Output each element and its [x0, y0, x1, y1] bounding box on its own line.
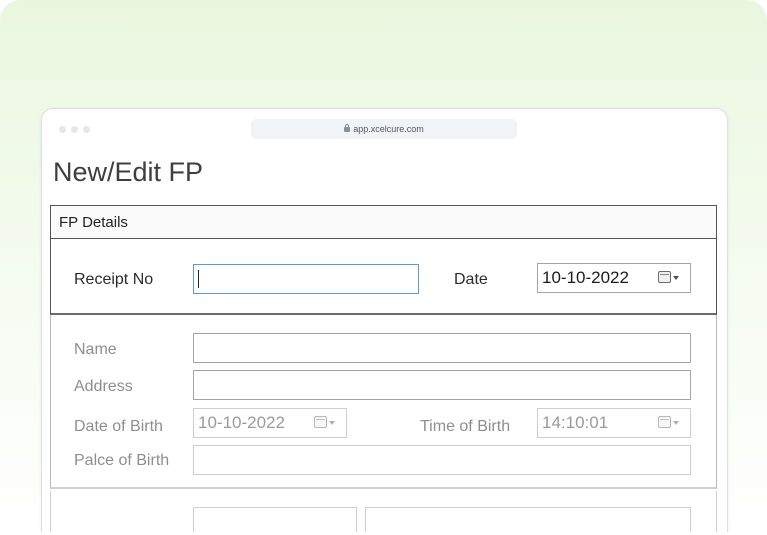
chevron-down-icon[interactable] — [673, 276, 679, 280]
section-header: FP Details — [50, 205, 717, 239]
dob-value: 10-10-2022 — [198, 413, 285, 432]
personal-details-panel: Name Address Date of Birth 10-10-2022 Ti… — [50, 315, 717, 489]
window-dot-minimize[interactable] — [71, 126, 78, 133]
receipt-no-label: Receipt No — [74, 271, 154, 288]
tob-picker[interactable]: 14:10:01 — [537, 408, 691, 438]
address-label: Address — [74, 378, 133, 395]
section-header-label: FP Details — [59, 214, 128, 231]
dob-picker[interactable]: 10-10-2022 — [193, 408, 347, 438]
name-label: Name — [74, 341, 117, 358]
pob-label: Palce of Birth — [74, 452, 170, 469]
window-dot-maximize[interactable] — [83, 126, 90, 133]
chevron-down-icon[interactable] — [329, 421, 335, 425]
dob-label: Date of Birth — [74, 418, 163, 435]
next-panel — [50, 491, 717, 532]
date-value: 10-10-2022 — [542, 268, 629, 287]
calendar-icon[interactable] — [658, 271, 671, 283]
date-picker[interactable]: 10-10-2022 — [537, 263, 691, 293]
text-caret — [198, 270, 199, 288]
calendar-icon[interactable] — [314, 416, 327, 428]
clock-icon[interactable] — [658, 416, 671, 428]
date-label: Date — [454, 271, 488, 288]
name-input[interactable] — [193, 333, 691, 363]
page-title: New/Edit FP — [53, 157, 204, 187]
window-dot-close[interactable] — [59, 126, 66, 133]
next-input-left[interactable] — [193, 507, 357, 532]
pob-input[interactable] — [193, 445, 691, 475]
address-input[interactable] — [193, 370, 691, 400]
receipt-panel: Receipt No Date 10-10-2022 — [50, 238, 717, 315]
lock-icon — [344, 124, 351, 132]
receipt-no-input[interactable] — [193, 264, 419, 294]
browser-window: app.xcelcure.com New/Edit FP FP Details … — [41, 108, 728, 532]
url-text: app.xcelcure.com — [353, 124, 424, 134]
next-input-right[interactable] — [365, 507, 691, 532]
page-background: app.xcelcure.com New/Edit FP FP Details … — [0, 0, 767, 532]
tob-label: Time of Birth — [420, 418, 511, 435]
tob-value: 14:10:01 — [542, 413, 609, 432]
chevron-down-icon[interactable] — [673, 421, 679, 425]
address-bar[interactable]: app.xcelcure.com — [251, 119, 517, 139]
